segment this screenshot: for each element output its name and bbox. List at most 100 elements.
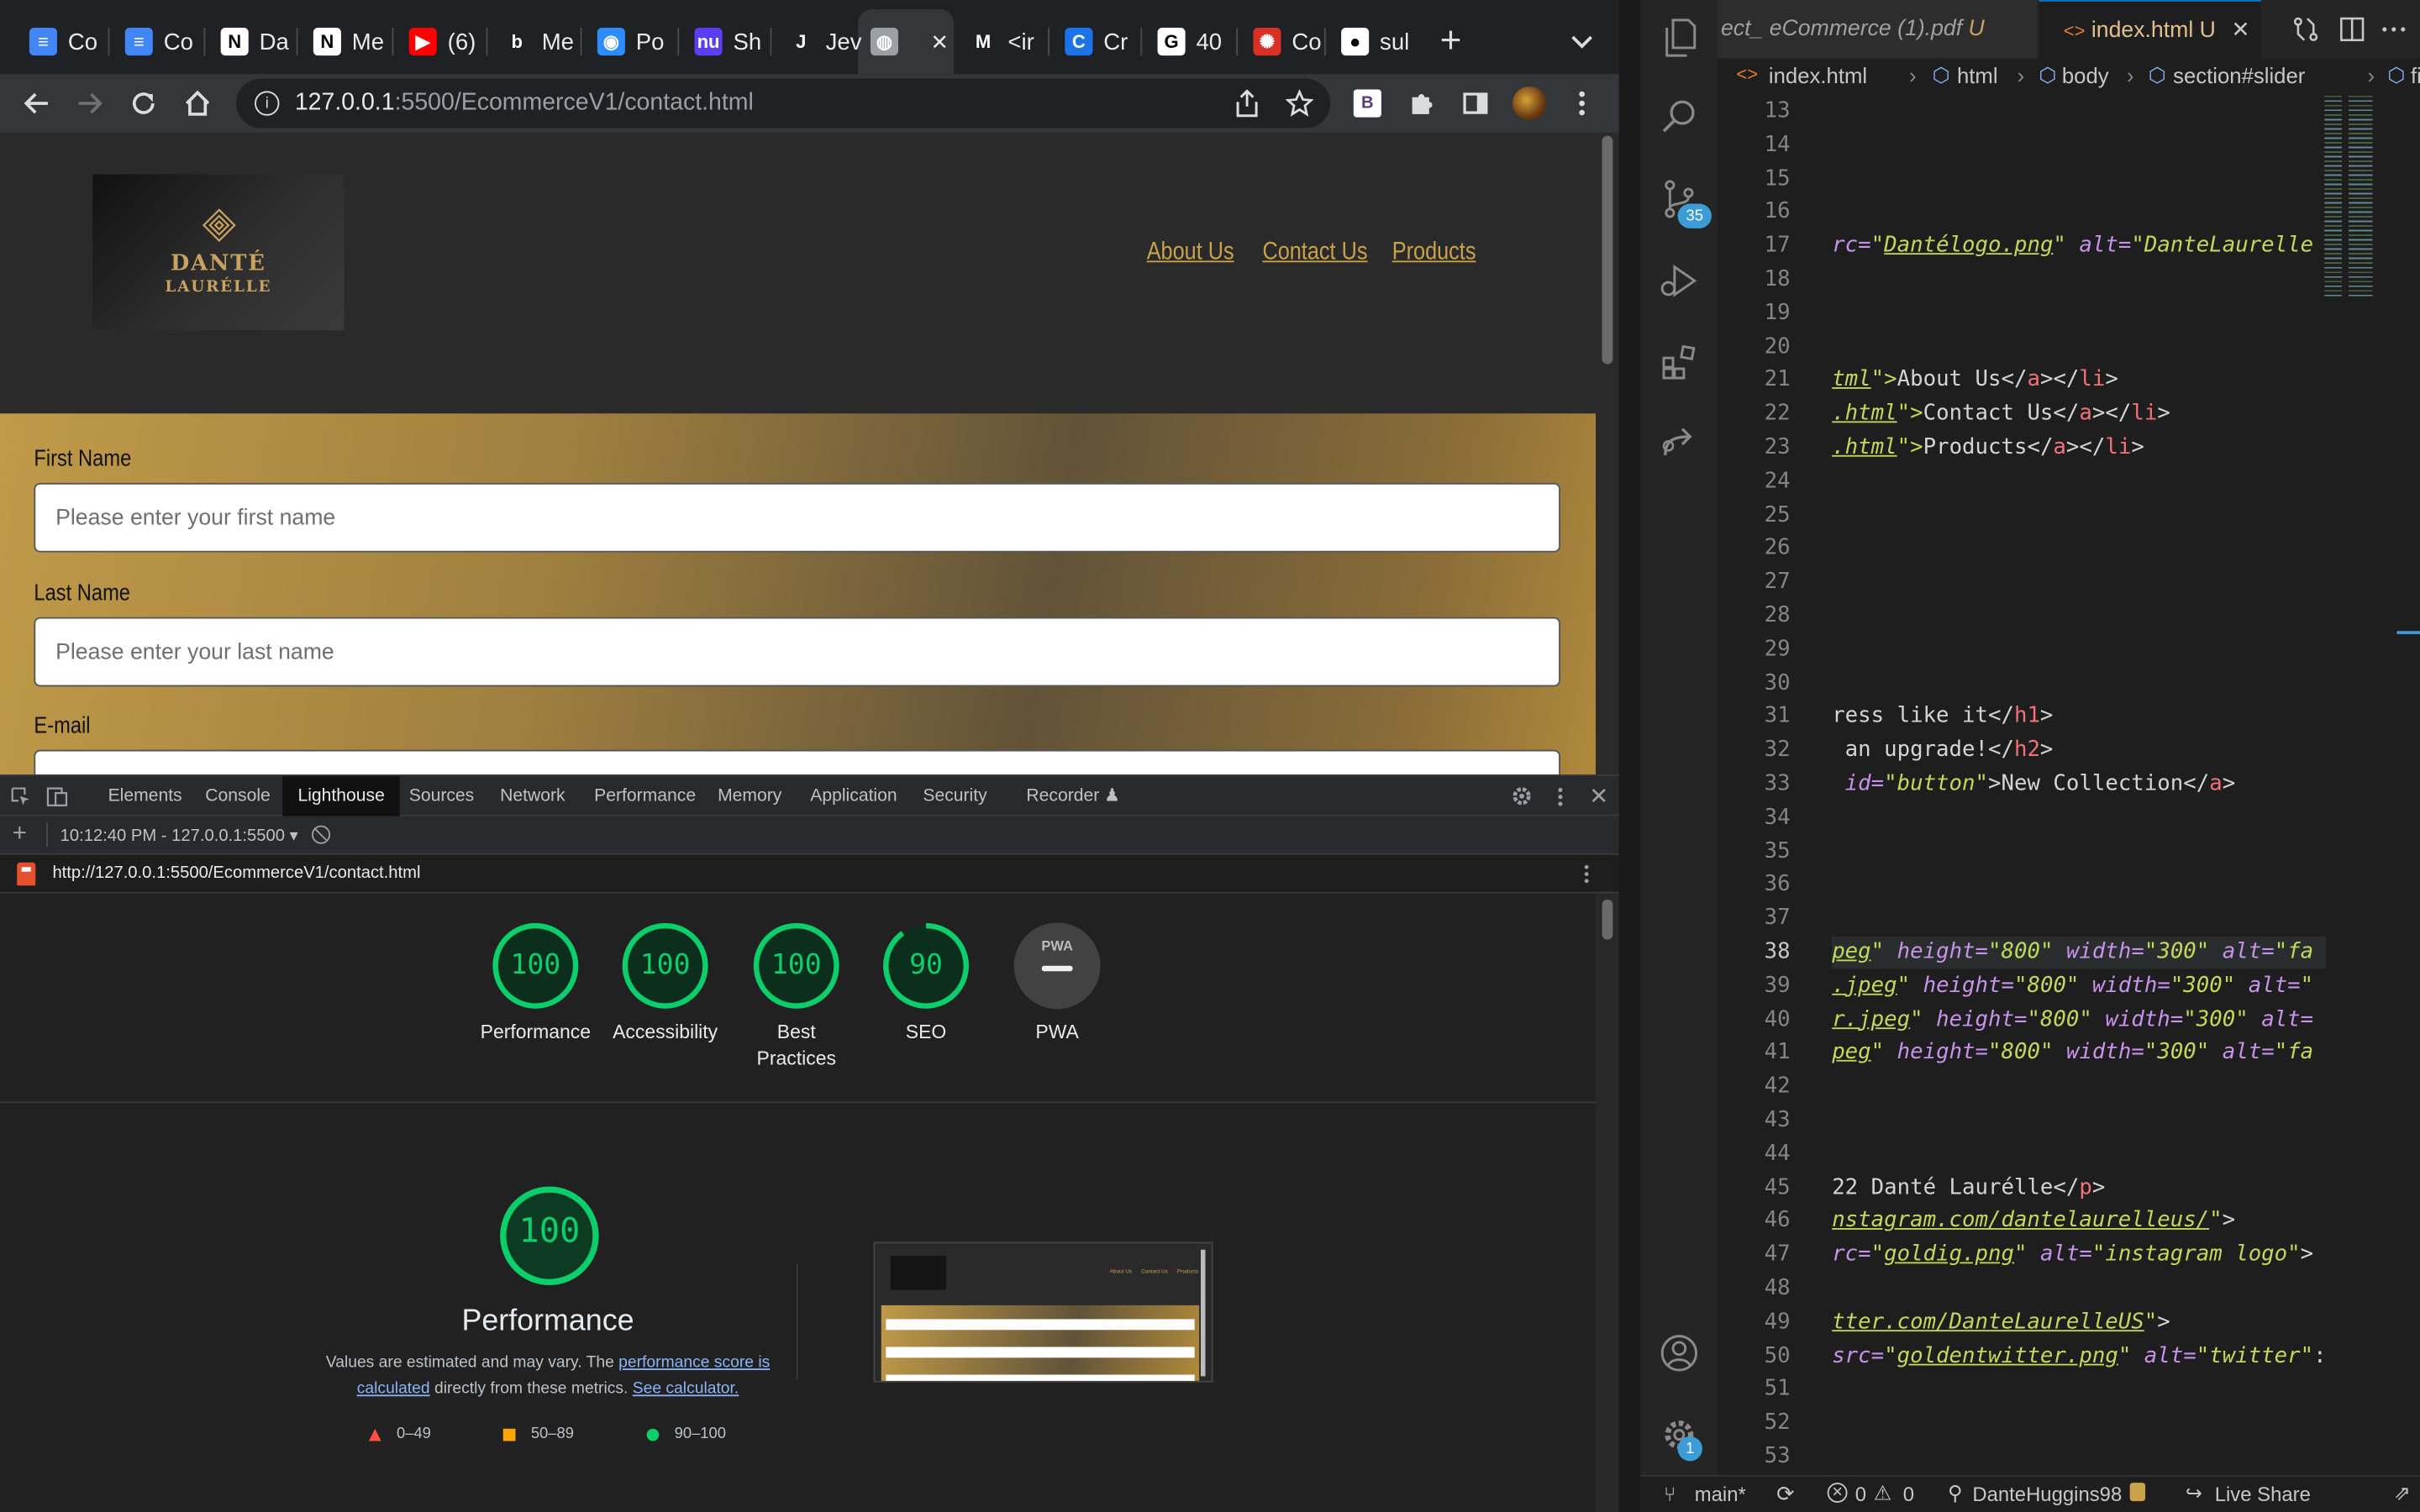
site-logo[interactable]: DANTÉ LAURÉLLE bbox=[92, 174, 345, 331]
score-gauge-seo[interactable]: 90 SEO bbox=[861, 921, 991, 1047]
report-scrollbar-thumb[interactable] bbox=[1602, 899, 1613, 940]
extensions-icon[interactable] bbox=[1656, 339, 1702, 386]
browser-tab[interactable]: N Da bbox=[208, 15, 298, 67]
report-select[interactable]: 10:12:40 PM - 127.0.0.1:5500 ▾ bbox=[60, 826, 298, 845]
page-scrollbar[interactable] bbox=[1596, 132, 1619, 775]
browser-tab[interactable]: ≡ Co bbox=[113, 15, 203, 67]
first-name-input[interactable] bbox=[34, 482, 1560, 553]
browser-tab[interactable]: nu Sh bbox=[682, 15, 772, 67]
page-scrollbar-thumb[interactable] bbox=[1602, 135, 1613, 365]
split-editor-icon[interactable] bbox=[2330, 8, 2373, 50]
breadcrumb-body[interactable]: body bbox=[2062, 63, 2109, 87]
explorer-files-icon[interactable] bbox=[1656, 15, 1702, 61]
browser-tab[interactable]: b Me bbox=[491, 15, 581, 67]
open-changes-icon[interactable] bbox=[2284, 8, 2327, 50]
warning-icon[interactable]: ⚠ bbox=[1874, 1481, 1891, 1505]
devtools-tab-security[interactable]: Security bbox=[923, 776, 986, 816]
score-gauge-accessibility[interactable]: 100 Accessibility bbox=[600, 921, 729, 1047]
score-gauge-performance[interactable]: 100 Performance bbox=[471, 921, 600, 1047]
extensions-puzzle-icon[interactable] bbox=[1400, 81, 1443, 124]
new-report-plus-icon[interactable]: + bbox=[13, 821, 27, 848]
forward-button[interactable] bbox=[68, 81, 111, 124]
nav-contact-us[interactable]: Contact Us bbox=[1262, 239, 1367, 267]
site-info-icon[interactable]: i bbox=[255, 91, 280, 116]
devtools-tab-elements[interactable]: Elements bbox=[108, 776, 182, 816]
activity-bar: 35 1 bbox=[1640, 0, 1718, 1475]
nav-about-us[interactable]: About Us bbox=[1147, 239, 1234, 267]
browser-tab[interactable]: M <ir bbox=[957, 15, 1047, 67]
device-toolbar-icon[interactable] bbox=[37, 774, 77, 817]
share-icon[interactable] bbox=[1225, 81, 1268, 124]
clear-reports-icon[interactable] bbox=[312, 825, 331, 844]
accounts-icon[interactable] bbox=[1656, 1330, 1702, 1376]
browser-menu-icon[interactable] bbox=[1560, 81, 1603, 124]
browser-tab[interactable]: ✺ Co bbox=[1241, 15, 1331, 67]
inspect-element-icon[interactable] bbox=[0, 774, 40, 817]
home-button[interactable] bbox=[176, 81, 218, 124]
browser-tab[interactable]: ▶ (6) bbox=[397, 15, 487, 67]
minimap[interactable] bbox=[2324, 95, 2405, 297]
email-input[interactable] bbox=[34, 749, 1560, 775]
browser-tab[interactable]: J Jev bbox=[775, 15, 865, 67]
score-gauge-best-practices[interactable]: 100 Best Practices bbox=[732, 921, 861, 1073]
browser-tab-label: 40 bbox=[1196, 28, 1223, 55]
browser-tab[interactable]: ◍ ✕ bbox=[858, 15, 950, 67]
tab-close-icon[interactable]: ✕ bbox=[931, 29, 950, 55]
error-count[interactable]: 0 bbox=[1855, 1483, 1866, 1506]
bootstrap-extension-icon[interactable]: B bbox=[1346, 81, 1389, 124]
tab-index-html[interactable]: <> index.html U ✕ bbox=[2039, 0, 2261, 59]
devtools-settings-gear-icon[interactable] bbox=[1503, 774, 1540, 817]
devtools-tab-memory[interactable]: Memory bbox=[718, 776, 781, 816]
browser-tab[interactable]: ≡ Co bbox=[17, 15, 107, 67]
code-editor[interactable]: 13 14 15 16 17 rc="Dantélogo.png" alt="DanteL… bbox=[1718, 95, 2420, 1475]
source-control-icon[interactable]: 35 bbox=[1656, 176, 1712, 228]
browser-tab[interactable]: N Me bbox=[301, 15, 391, 67]
live-share-arrow-icon[interactable] bbox=[1656, 420, 1702, 466]
live-share-icon: ↪ bbox=[2185, 1481, 2202, 1504]
manage-gear-icon[interactable]: 1 bbox=[1656, 1412, 1702, 1462]
breadcrumb-section[interactable]: section#slider bbox=[2173, 63, 2305, 87]
report-scrollbar[interactable] bbox=[1596, 893, 1619, 1512]
browser-tab[interactable]: ● sul bbox=[1328, 15, 1418, 67]
new-tab-button[interactable]: + bbox=[1429, 20, 1472, 63]
sync-icon[interactable]: ⟳ bbox=[1776, 1481, 1795, 1507]
feedback-icon[interactable]: ⇗ bbox=[2394, 1481, 2411, 1505]
run-debug-icon[interactable] bbox=[1656, 258, 1702, 304]
live-share-status[interactable]: Live Share bbox=[2215, 1483, 2311, 1506]
devtools-tab-console[interactable]: Console bbox=[205, 776, 271, 816]
browser-tab[interactable]: ◉ Po bbox=[585, 15, 675, 67]
devtools-menu-icon[interactable] bbox=[1542, 774, 1579, 817]
side-panel-icon[interactable] bbox=[1454, 81, 1497, 124]
see-calculator-link[interactable]: See calculator. bbox=[633, 1379, 739, 1398]
breadcrumb-file[interactable]: index.html bbox=[1769, 63, 1867, 87]
devtools-tab-performance[interactable]: Performance bbox=[594, 776, 696, 816]
bookmark-star-icon[interactable] bbox=[1278, 81, 1321, 124]
last-name-input[interactable] bbox=[34, 617, 1560, 687]
search-icon[interactable] bbox=[1656, 94, 1702, 140]
devtools-tab-application[interactable]: Application bbox=[810, 776, 897, 816]
score-gauge-pwa[interactable]: PWA PWA bbox=[992, 921, 1122, 1047]
devtools-tab-lighthouse[interactable]: Lighthouse bbox=[282, 775, 401, 816]
devtools-tab-recorder[interactable]: Recorder ♟ bbox=[1026, 776, 1120, 816]
reload-button[interactable] bbox=[122, 81, 165, 124]
profile-avatar[interactable] bbox=[1507, 81, 1550, 124]
browser-tab[interactable]: G 40 bbox=[1145, 15, 1235, 67]
tab-close-icon[interactable]: ✕ bbox=[2231, 18, 2249, 43]
breadcrumb-figure[interactable]: figure bbox=[2411, 63, 2420, 87]
browser-tab[interactable]: C Cr bbox=[1053, 15, 1143, 67]
more-actions-icon[interactable] bbox=[2372, 8, 2415, 50]
tab-search-chevron-icon[interactable] bbox=[1560, 20, 1603, 63]
devtools-tab-sources[interactable]: Sources bbox=[409, 776, 474, 816]
git-branch[interactable]: main* bbox=[1695, 1483, 1746, 1506]
nav-products[interactable]: Products bbox=[1392, 239, 1476, 267]
warning-count[interactable]: 0 bbox=[1903, 1483, 1914, 1506]
back-button[interactable] bbox=[15, 81, 58, 124]
devtools-close-icon[interactable]: ✕ bbox=[1581, 774, 1618, 817]
breadcrumb-html[interactable]: html bbox=[1957, 63, 1998, 87]
report-menu-icon[interactable] bbox=[1583, 864, 1589, 889]
address-bar[interactable]: i 127.0.0.1:5500/EcommerceV1/contact.htm… bbox=[236, 78, 1331, 129]
tab-pdf[interactable]: ect_ eCommerce (1).pdf U bbox=[1718, 0, 2038, 59]
error-icon[interactable]: ✕ bbox=[1827, 1483, 1848, 1503]
github-user[interactable]: DanteHuggins98 bbox=[1972, 1483, 2122, 1506]
devtools-tab-network[interactable]: Network bbox=[500, 776, 565, 816]
